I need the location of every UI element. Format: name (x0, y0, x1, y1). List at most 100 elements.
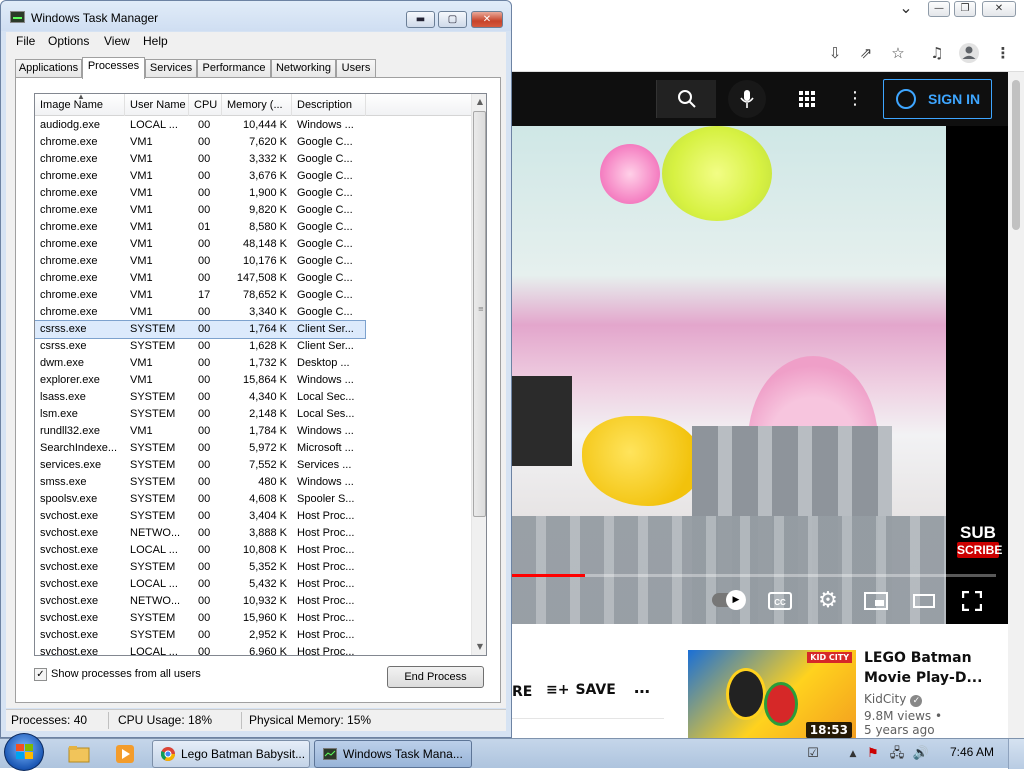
theater-mode-icon[interactable] (911, 588, 937, 614)
media-control-icon[interactable]: ♫ (926, 42, 948, 64)
column-description[interactable]: Description (292, 94, 366, 116)
column-user-name[interactable]: User Name (125, 94, 189, 116)
tab-networking[interactable]: Networking (271, 59, 336, 78)
table-row[interactable]: audiodg.exe LOCAL ... 00 10,444 K Windows ..… (35, 117, 365, 134)
table-row[interactable]: svchost.exe LOCAL ... 00 5,432 K Host Proc..… (35, 576, 365, 593)
table-row[interactable]: chrome.exe VM1 17 78,652 K Google C... (35, 287, 365, 304)
column-memory[interactable]: Memory (... (222, 94, 292, 116)
tab-applications[interactable]: Applications (15, 59, 82, 78)
tab-services[interactable]: Services (145, 59, 197, 78)
tab-search-chevron-icon[interactable]: ⌄ (895, 0, 917, 17)
table-row[interactable]: svchost.exe SYSTEM 00 3,404 K Host Proc... (35, 508, 365, 525)
table-row[interactable]: smss.exe SYSTEM 00 480 K Windows ... (35, 474, 365, 491)
menu-help[interactable]: Help (143, 34, 168, 48)
table-row[interactable]: csrss.exe SYSTEM 00 1,628 K Client Ser... (35, 338, 365, 355)
tab-users[interactable]: Users (336, 59, 376, 78)
scroll-down-icon[interactable]: ▼ (472, 639, 486, 655)
chrome-restore-button[interactable]: ❐ (954, 1, 976, 17)
network-icon[interactable]: 🖧 (888, 745, 906, 763)
start-button[interactable] (4, 733, 44, 771)
close-button[interactable]: ✕ (471, 11, 503, 28)
table-row[interactable]: chrome.exe VM1 01 8,580 K Google C... (35, 219, 365, 236)
table-row[interactable]: chrome.exe VM1 00 3,332 K Google C... (35, 151, 365, 168)
table-row[interactable]: dwm.exe VM1 00 1,732 K Desktop ... (35, 355, 365, 372)
table-row[interactable]: rundll32.exe VM1 00 1,784 K Windows ... (35, 423, 365, 440)
recommended-video-thumbnail[interactable]: KID CITY 18:53 (688, 650, 856, 744)
menu-file[interactable]: File (16, 34, 35, 48)
menu-options[interactable]: Options (48, 34, 89, 48)
table-row[interactable]: svchost.exe LOCAL ... 00 6,960 K Host Proc..… (35, 644, 365, 655)
flag-icon[interactable]: ⚑ (864, 745, 882, 763)
download-icon[interactable]: ⇩ (824, 42, 846, 64)
checkbox-check-icon[interactable]: ✓ (34, 668, 47, 681)
apps-grid-icon[interactable] (796, 88, 818, 110)
subscribe-watermark[interactable]: SUB SCRIBE (957, 524, 1002, 564)
chrome-close-button[interactable]: ✕ (982, 1, 1016, 17)
tab-processes[interactable]: Processes (82, 57, 145, 79)
table-row[interactable]: services.exe SYSTEM 00 7,552 K Services ... (35, 457, 365, 474)
table-row[interactable]: svchost.exe SYSTEM 00 2,952 K Host Proc... (35, 627, 365, 644)
microphone-icon[interactable] (728, 80, 766, 118)
table-row[interactable]: chrome.exe VM1 00 3,676 K Google C... (35, 168, 365, 185)
table-row[interactable]: explorer.exe VM1 00 15,864 K Windows ... (35, 372, 365, 389)
column-image-name[interactable]: ▲ Image Name (35, 94, 125, 116)
video-player[interactable]: SUB SCRIBE ▶ CC ⚙ (512, 126, 1008, 624)
miniplayer-icon[interactable] (863, 588, 889, 614)
table-row[interactable]: chrome.exe VM1 00 7,620 K Google C... (35, 134, 365, 151)
captions-icon[interactable]: CC (767, 588, 793, 614)
sign-in-button[interactable]: SIGN IN (883, 79, 992, 119)
share-icon[interactable]: ⇗ (855, 42, 877, 64)
table-row[interactable]: chrome.exe VM1 00 10,176 K Google C... (35, 253, 365, 270)
bookmark-star-icon[interactable]: ☆ (887, 42, 909, 64)
table-row[interactable]: svchost.exe SYSTEM 00 15,960 K Host Proc... (35, 610, 365, 627)
minimize-button[interactable]: ▬ (406, 11, 435, 28)
autoplay-toggle[interactable]: ▶ (712, 590, 746, 610)
channel-name[interactable]: KidCity ✓ (864, 692, 1004, 707)
table-row[interactable]: chrome.exe VM1 00 3,340 K Google C... (35, 304, 365, 321)
table-row[interactable]: csrss.exe SYSTEM 00 1,764 K Client Ser... (35, 320, 366, 339)
scrollbar-thumb[interactable]: ≡ (473, 111, 486, 517)
table-row[interactable]: svchost.exe NETWO... 00 3,888 K Host Proc... (35, 525, 365, 542)
process-list-scrollbar[interactable]: ▲ ≡ ▼ (471, 94, 486, 655)
table-row[interactable]: chrome.exe VM1 00 147,508 K Google C... (35, 270, 365, 287)
page-scrollbar-thumb[interactable] (1012, 80, 1020, 230)
volume-icon[interactable]: 🔊 (912, 745, 930, 763)
process-list[interactable]: ▲ Image Name User Name CPU Memory (... De… (34, 93, 487, 656)
media-player-icon[interactable] (108, 741, 142, 767)
table-row[interactable]: chrome.exe VM1 00 1,900 K Google C... (35, 185, 365, 202)
explorer-icon[interactable] (62, 741, 96, 767)
chrome-minimize-button[interactable]: — (928, 1, 950, 17)
end-process-button[interactable]: End Process (387, 666, 484, 688)
video-progress-bar[interactable] (512, 574, 996, 577)
table-row[interactable]: spoolsv.exe SYSTEM 00 4,608 K Spooler S... (35, 491, 365, 508)
more-options-icon[interactable]: ⋮ (846, 88, 864, 110)
page-scrollbar[interactable] (1008, 72, 1024, 738)
profile-icon[interactable] (958, 42, 980, 64)
menu-view[interactable]: View (104, 34, 130, 48)
scroll-up-icon[interactable]: ▲ (472, 94, 486, 110)
recommended-video-info[interactable]: LEGO Batman Movie Play-D... KidCity ✓ 9.8… (864, 648, 1004, 737)
show-desktop-button[interactable] (1008, 739, 1024, 769)
show-hidden-icons-icon[interactable]: ▲ (844, 745, 862, 763)
menu-icon[interactable]: ⋮ (992, 42, 1014, 64)
settings-gear-icon[interactable]: ⚙ (815, 588, 841, 614)
more-actions-button[interactable]: ⋯ (634, 682, 650, 701)
clock[interactable]: 7:46 AM (950, 745, 994, 759)
table-row[interactable]: lsm.exe SYSTEM 00 2,148 K Local Ses... (35, 406, 365, 423)
table-row[interactable]: chrome.exe VM1 00 9,820 K Google C... (35, 202, 365, 219)
table-row[interactable]: svchost.exe LOCAL ... 00 10,808 K Host Proc.… (35, 542, 365, 559)
tab-performance[interactable]: Performance (197, 59, 271, 78)
taskbar-taskmgr-task[interactable]: Windows Task Mana... (314, 740, 472, 768)
title-bar[interactable]: Windows Task Manager ▬ ▢ ✕ (1, 1, 511, 31)
taskbar-chrome-task[interactable]: Lego Batman Babysit... (152, 740, 310, 768)
column-cpu[interactable]: CPU (189, 94, 222, 116)
recommended-video-title[interactable]: LEGO Batman Movie Play-D... (864, 648, 984, 688)
table-row[interactable]: chrome.exe VM1 00 48,148 K Google C... (35, 236, 365, 253)
share-partial-label[interactable]: RE (512, 684, 532, 700)
fullscreen-icon[interactable] (959, 588, 985, 614)
action-center-icon[interactable]: ☑ (804, 745, 822, 763)
table-row[interactable]: svchost.exe SYSTEM 00 5,352 K Host Proc... (35, 559, 365, 576)
save-button[interactable]: ≡+ SAVE (546, 682, 616, 698)
table-row[interactable]: svchost.exe NETWO... 00 10,932 K Host Proc..… (35, 593, 365, 610)
table-row[interactable]: lsass.exe SYSTEM 00 4,340 K Local Sec... (35, 389, 365, 406)
